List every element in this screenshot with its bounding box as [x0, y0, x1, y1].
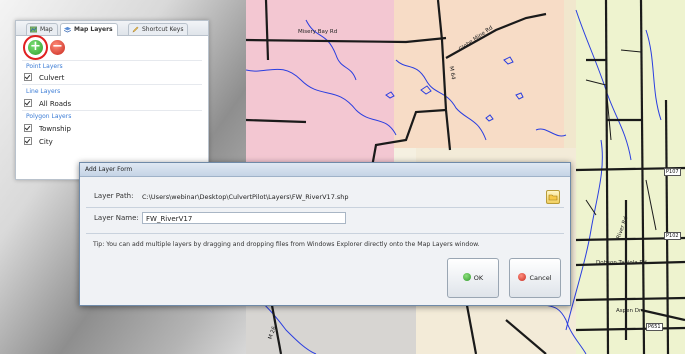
layer-township[interactable]: Township	[24, 124, 71, 133]
divider	[22, 110, 202, 111]
folder-icon	[548, 194, 558, 201]
layer-path-label: Layer Path:	[94, 192, 134, 200]
add-layer-button[interactable]: +	[28, 40, 43, 55]
layer-township-label: Township	[39, 125, 72, 133]
map-label-aspen: Aspen Dr	[616, 308, 642, 314]
map-layers-panel: Map Map Layers Shortcut Keys + − Point L…	[15, 20, 209, 180]
layer-culvert-label: Culvert	[39, 74, 65, 82]
cancel-icon	[518, 273, 527, 281]
cancel-button-label: Cancel	[529, 274, 552, 282]
divider	[86, 207, 564, 208]
divider	[22, 60, 202, 61]
ok-button-label: OK	[473, 274, 484, 282]
group-line-layers: Line Layers	[26, 88, 61, 95]
dialog-title: Add Layer Form	[80, 163, 570, 177]
divider	[86, 233, 564, 234]
township-checkbox[interactable]	[24, 124, 32, 132]
culvert-checkbox[interactable]	[24, 73, 32, 81]
map-label-misery-bay: Misery Bay Rd	[298, 29, 338, 35]
remove-layer-button[interactable]: −	[50, 40, 65, 55]
tab-shortcut-keys-label: Shortcut Keys	[142, 26, 184, 33]
cancel-button[interactable]: Cancel	[509, 258, 561, 298]
map-icon	[30, 26, 37, 33]
browse-folder-button[interactable]	[546, 190, 560, 204]
add-layer-dialog: Add Layer Form Layer Path: C:\Users\webi…	[79, 162, 571, 306]
ok-button[interactable]: OK	[447, 258, 499, 298]
tab-map[interactable]: Map	[26, 23, 58, 35]
all-roads-checkbox[interactable]	[24, 99, 32, 107]
layer-all-roads-label: All Roads	[39, 100, 72, 108]
layer-name-input[interactable]: FW_RiverV17	[142, 212, 346, 224]
group-polygon-layers: Polygon Layers	[26, 113, 72, 120]
group-point-layers: Point Layers	[26, 63, 63, 70]
layer-path-value: C:\Users\webinar\Desktop\CulvertPilot\La…	[142, 193, 349, 201]
layer-culvert[interactable]: Culvert	[24, 73, 64, 82]
divider	[22, 84, 202, 85]
check-icon	[462, 273, 471, 281]
map-label-p102: P102	[664, 232, 681, 240]
tab-shortcut-keys[interactable]: Shortcut Keys	[128, 23, 189, 35]
tab-map-layers-label: Map Layers	[74, 26, 113, 33]
panel-tab-strip: Map Map Layers Shortcut Keys	[16, 21, 208, 36]
layer-city[interactable]: City	[24, 137, 53, 146]
layer-name-label: Layer Name:	[94, 214, 139, 222]
tip-text: Tip: You can add multiple layers by drag…	[93, 241, 480, 248]
layers-icon	[64, 26, 71, 33]
city-checkbox[interactable]	[24, 137, 32, 145]
map-label-dobson: Dobson Tapiola Rd	[596, 260, 647, 266]
layer-city-label: City	[39, 138, 53, 146]
tab-map-layers[interactable]: Map Layers	[60, 23, 118, 36]
tab-map-label: Map	[40, 26, 53, 33]
map-label-p651: P651	[646, 323, 663, 331]
pencil-icon	[132, 26, 139, 33]
layer-all-roads[interactable]: All Roads	[24, 99, 71, 108]
map-label-p107: P107	[664, 168, 681, 176]
